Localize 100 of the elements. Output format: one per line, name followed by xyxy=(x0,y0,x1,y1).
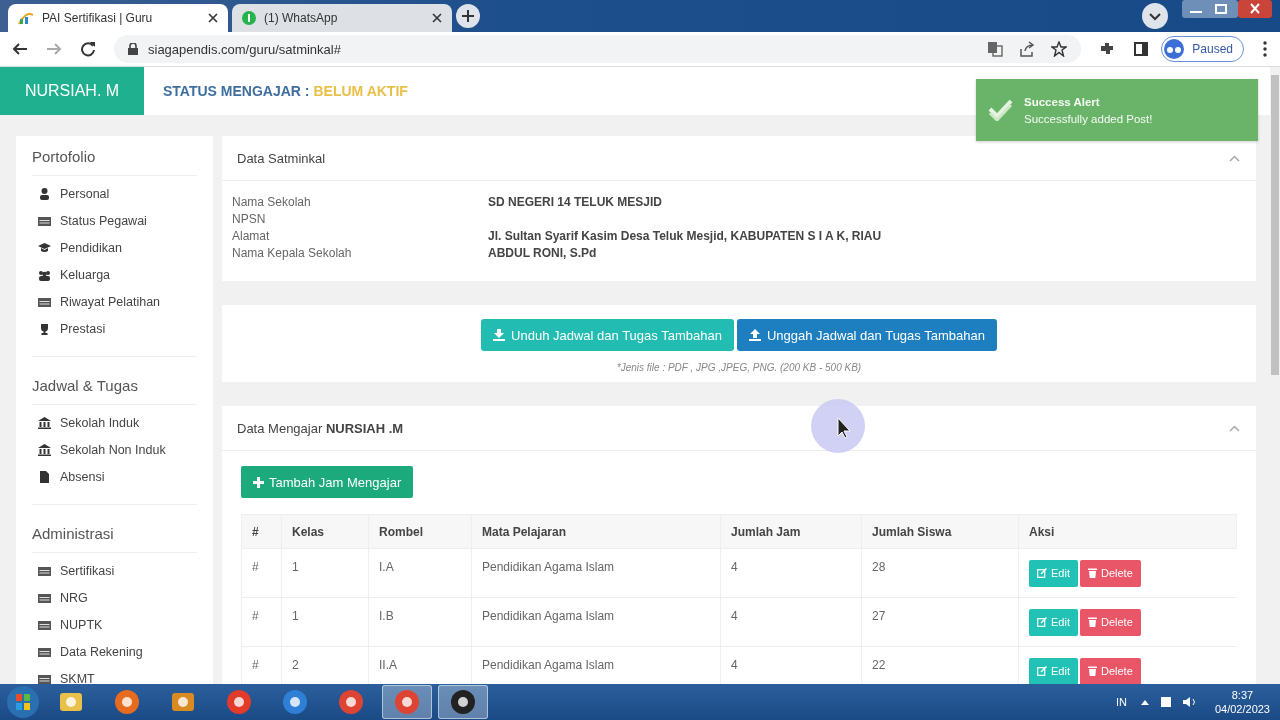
sidebar-item[interactable]: NUPTK xyxy=(32,611,197,638)
user-name-banner: NURSIAH. M xyxy=(0,67,144,115)
app-icon xyxy=(282,689,308,715)
sidebar-item[interactable]: Status Pegawai xyxy=(32,207,197,234)
language-indicator[interactable]: IN xyxy=(1115,696,1127,708)
sidebar-item[interactable]: Absensi xyxy=(32,463,197,490)
back-icon[interactable] xyxy=(12,41,28,57)
edit-icon xyxy=(1037,666,1047,676)
graduation-cap-icon xyxy=(38,241,51,254)
start-button[interactable] xyxy=(6,685,40,719)
sidebar-item[interactable]: Sekolah Induk xyxy=(32,409,197,436)
card-icon xyxy=(38,591,51,604)
field-value: ABDUL RONI, S.Pd xyxy=(488,246,598,261)
status-value: BELUM AKTIF xyxy=(313,83,408,99)
avatar-icon xyxy=(1164,39,1185,59)
star-icon[interactable] xyxy=(1051,41,1068,57)
column-header: Kelas xyxy=(281,514,369,549)
table-cell: 28 xyxy=(861,548,1019,598)
sidebar-heading: Administrasi xyxy=(32,519,197,553)
share-icon[interactable] xyxy=(1019,41,1036,57)
field-label: Alamat xyxy=(232,229,271,244)
field-value: SD NEGERI 14 TELUK MESJID xyxy=(488,195,664,210)
edit-icon xyxy=(1037,617,1047,627)
panel-title: Data Mengajar NURSIAH .M xyxy=(237,420,404,436)
close-icon[interactable] xyxy=(432,13,442,23)
window-controls-icon[interactable] xyxy=(1182,0,1272,20)
toast-message: Successfully added Post! xyxy=(1024,112,1153,125)
status-label: STATUS MENGAJAR : xyxy=(163,83,310,99)
app-icon xyxy=(226,689,252,715)
delete-button[interactable]: Delete xyxy=(1079,608,1141,636)
sidebar-item[interactable]: Prestasi xyxy=(32,315,197,342)
new-tab-icon[interactable] xyxy=(456,4,480,28)
edit-icon xyxy=(1037,568,1047,578)
app-icon xyxy=(114,689,140,715)
panel-title: Data Satminkal xyxy=(237,150,326,166)
plus-icon xyxy=(253,476,264,488)
upload-button[interactable]: Unggah Jadwal dan Tugas Tambahan xyxy=(736,319,997,351)
table-cell: Pendidikan Agama Islam xyxy=(471,597,721,647)
site-favicon-icon xyxy=(18,11,34,25)
chat-badge-icon xyxy=(242,11,256,25)
table-cell: I.B xyxy=(368,597,472,647)
column-header: Jumlah Jam xyxy=(720,514,862,549)
table-cell: I.A xyxy=(368,548,472,598)
toast-title: Success Alert xyxy=(1024,95,1101,108)
clock-date: 04/02/2023 xyxy=(1214,702,1270,716)
table-cell: # xyxy=(241,548,282,598)
column-header: Rombel xyxy=(368,514,472,549)
person-icon xyxy=(38,187,51,200)
table-cell: 27 xyxy=(861,597,1019,647)
table-cell: 4 xyxy=(720,548,862,598)
sidebar-item[interactable]: Pendidikan xyxy=(32,234,197,261)
app-icon xyxy=(338,689,364,715)
table-cell: # xyxy=(241,597,282,647)
table-cell: 1 xyxy=(281,548,369,598)
sidebar-item[interactable]: Personal xyxy=(32,180,197,207)
side-panel-icon[interactable] xyxy=(1133,41,1150,57)
close-icon[interactable] xyxy=(208,13,218,23)
sidebar-item[interactable]: NRG xyxy=(32,584,197,611)
column-header: Aksi xyxy=(1018,514,1237,549)
delete-button[interactable]: Delete xyxy=(1079,559,1141,587)
upload-icon xyxy=(748,329,761,341)
column-header: Mata Pelajaran xyxy=(471,514,721,549)
menu-icon[interactable] xyxy=(1262,41,1268,57)
reload-icon[interactable] xyxy=(80,41,96,57)
sidebar-heading: Jadwal & Tugas xyxy=(32,371,197,405)
trash-icon xyxy=(1087,666,1097,676)
clock-time: 8:37 xyxy=(1231,688,1254,702)
card-icon xyxy=(38,214,51,227)
download-icon xyxy=(493,329,506,341)
app-icon xyxy=(450,689,476,715)
trash-icon xyxy=(1087,617,1097,627)
delete-button[interactable]: Delete xyxy=(1079,657,1141,684)
bank-icon xyxy=(38,416,51,429)
sidebar-item[interactable]: Sekolah Non Induk xyxy=(32,436,197,463)
tab-search-icon[interactable] xyxy=(1142,3,1168,29)
sidebar-item[interactable]: Sertifikasi xyxy=(32,557,197,584)
field-value: Jl. Sultan Syarif Kasim Desa Teluk Mesjid, KABUPATEN S I A K, RIAU xyxy=(488,229,883,244)
card-icon xyxy=(38,618,51,631)
translate-icon[interactable] xyxy=(987,41,1004,57)
table-cell: 4 xyxy=(720,597,862,647)
sidebar-heading: Portofolio xyxy=(32,142,197,176)
sidebar-item[interactable]: Riwayat Pelatihan xyxy=(32,288,197,315)
card-icon xyxy=(38,564,51,577)
taskbar-app[interactable] xyxy=(438,685,488,719)
sidebar-item[interactable]: Data Rekening xyxy=(32,638,197,665)
field-label: NPSN xyxy=(232,212,267,227)
sidebar-item[interactable]: Keluarga xyxy=(32,261,197,288)
bank-icon xyxy=(38,443,51,456)
trash-icon xyxy=(1087,568,1097,578)
lock-icon xyxy=(128,43,138,55)
browser-tab[interactable]: PAI Sertifikasi | Guru xyxy=(8,4,228,32)
browser-tab[interactable]: (1) WhatsApp xyxy=(232,4,452,32)
table-cell: 1 xyxy=(281,597,369,647)
address-field[interactable]: siagapendis.com/guru/satminkal# xyxy=(114,35,1082,63)
field-label: Nama Sekolah xyxy=(232,195,312,210)
card-icon xyxy=(38,672,51,684)
trophy-icon xyxy=(38,322,51,335)
sidebar-item[interactable]: SKMT xyxy=(32,665,197,684)
field-label: Nama Kepala Sekolah xyxy=(232,246,353,261)
file-icon xyxy=(38,470,51,483)
